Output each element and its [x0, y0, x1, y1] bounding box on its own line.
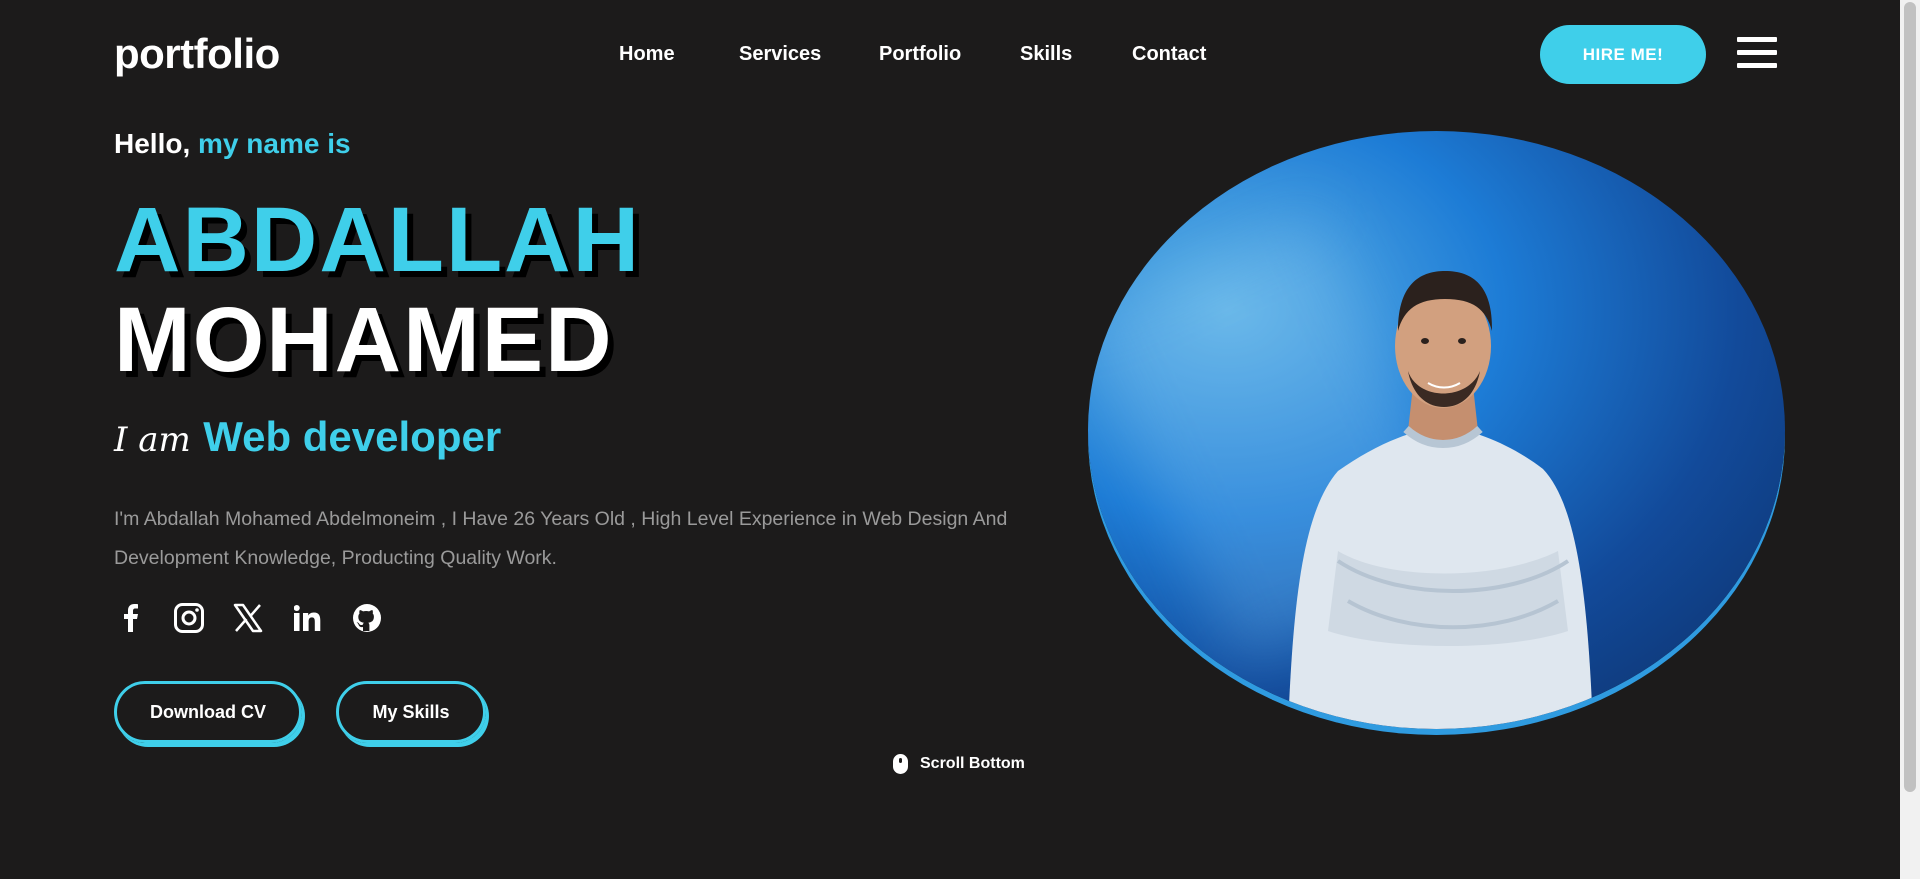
hamburger-menu-icon[interactable]	[1737, 37, 1777, 69]
greeting: Hello, my name is	[114, 128, 351, 160]
my-skills-button[interactable]: My Skills	[336, 681, 486, 743]
github-icon[interactable]	[351, 600, 383, 636]
page: portfolio Home Services Portfolio Skills…	[0, 0, 1900, 879]
role-line: I am Web developer	[114, 413, 501, 461]
last-name-heading: MOHAMED	[114, 289, 614, 391]
role-prefix: I am	[114, 420, 191, 460]
scrollbar-thumb[interactable]	[1904, 2, 1916, 792]
instagram-icon[interactable]	[173, 600, 205, 636]
mouse-icon	[893, 754, 908, 774]
x-twitter-icon[interactable]	[232, 600, 264, 636]
greeting-hello: Hello,	[114, 128, 191, 159]
facebook-icon[interactable]	[114, 600, 146, 636]
nav-portfolio[interactable]: Portfolio	[879, 43, 961, 66]
nav-home[interactable]: Home	[619, 43, 675, 66]
nav-contact[interactable]: Contact	[1132, 43, 1206, 66]
bio-text: I'm Abdallah Mohamed Abdelmoneim , I Hav…	[114, 508, 1008, 569]
nav-services[interactable]: Services	[739, 43, 821, 66]
person-illustration	[1288, 271, 1593, 729]
greeting-rest: my name is	[198, 128, 351, 159]
download-cv-button[interactable]: Download CV	[114, 681, 302, 743]
role-title: Web developer	[203, 413, 502, 460]
profile-photo	[1088, 131, 1785, 729]
nav-skills[interactable]: Skills	[1020, 43, 1072, 66]
page-scrollbar[interactable]	[1900, 0, 1920, 879]
first-name-heading: ABDALLAH	[114, 189, 642, 291]
hire-me-button[interactable]: HIRE ME!	[1540, 25, 1706, 84]
scroll-bottom-label: Scroll Bottom	[920, 755, 1025, 772]
linkedin-icon[interactable]	[292, 600, 324, 636]
scroll-bottom-link[interactable]: Scroll Bottom	[893, 753, 1025, 775]
